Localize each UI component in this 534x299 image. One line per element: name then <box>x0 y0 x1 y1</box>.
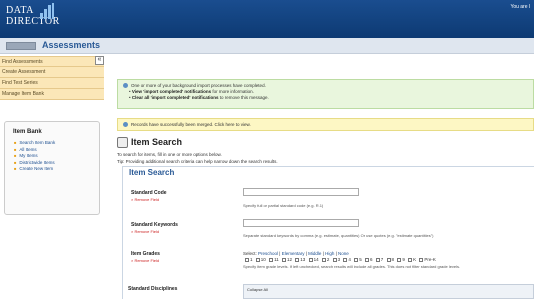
collapse-all-link[interactable]: Collapse All <box>247 287 268 292</box>
sidebar: Find Assessments Create Assessment Find … <box>0 56 104 100</box>
item-grades-label: Item Grades <box>131 251 160 257</box>
grade-checkbox[interactable] <box>375 257 380 262</box>
remove-standard-code[interactable]: × Remove Field <box>131 197 159 202</box>
grade-label: 9 <box>402 257 405 262</box>
grade-label: 10 <box>260 257 266 262</box>
grade-label: 12 <box>287 257 293 262</box>
sidebar-collapse-button[interactable]: « <box>95 56 104 65</box>
grade-label: 7 <box>380 257 384 262</box>
info-icon <box>123 122 128 128</box>
import-notice: One or more of your background import pr… <box>117 79 534 109</box>
grade-checkbox[interactable] <box>245 257 249 262</box>
grade-checkbox[interactable] <box>332 257 337 262</box>
grade-label: 2 <box>326 257 330 262</box>
sidebar-item-find-assessments[interactable]: Find Assessments <box>0 56 104 67</box>
grade-checkbox[interactable] <box>295 257 300 262</box>
search-intro: To search for items, fill in one or more… <box>117 152 222 157</box>
merged-notice[interactable]: Records have successfully been merged. C… <box>117 118 534 131</box>
grade-checkbox[interactable] <box>419 257 424 262</box>
grade-checkbox[interactable] <box>255 257 260 262</box>
standard-code-hint: Specify full or partial standard code (e… <box>243 203 324 208</box>
select-prefix: Select: <box>243 251 257 256</box>
grade-checkbox[interactable] <box>282 257 286 262</box>
grade-label: 11 <box>274 257 279 262</box>
standard-keywords-hint: Separate standard keywords by comma (e.g… <box>243 233 434 238</box>
module-menu-button[interactable] <box>6 42 36 50</box>
grade-checkbox[interactable] <box>354 257 359 262</box>
sidebar-item-find-test-series[interactable]: Find Test Series <box>0 78 104 89</box>
grade-label: 6 <box>369 257 373 262</box>
select-high-link[interactable]: High <box>325 251 334 256</box>
sidebar-item-manage-item-bank[interactable]: Manage Item Bank <box>0 89 104 100</box>
merged-notice-text: Records have successfully been merged. C… <box>131 122 251 127</box>
standard-disciplines-label: Standard Disciplines <box>128 286 178 292</box>
grade-checkbox[interactable] <box>308 257 313 262</box>
item-bank-heading: Item Bank <box>13 129 42 135</box>
sidebar-item-create-assessment[interactable]: Create Assessment <box>0 67 104 78</box>
remove-item-grades[interactable]: × Remove Field <box>131 258 159 263</box>
select-none-link[interactable]: None <box>338 251 349 256</box>
grade-label: 13 <box>300 257 306 262</box>
grade-label: 4 <box>348 257 351 262</box>
select-preschool-link[interactable]: Preschool <box>258 251 278 256</box>
select-elementary-link[interactable]: Elementary <box>282 251 305 256</box>
grade-label: Pre-K <box>424 257 436 262</box>
grade-label: 3 <box>337 257 341 262</box>
grade-checkbox[interactable] <box>364 257 369 262</box>
clear-notifications-link[interactable]: Clear all 'import completed' notificatio… <box>132 95 219 100</box>
standard-keywords-input[interactable] <box>243 219 359 227</box>
user-status: You are l <box>510 4 530 10</box>
grade-label: 1 <box>250 257 253 262</box>
grade-checkbox[interactable] <box>269 257 274 262</box>
standard-disciplines-box: Collapse All <box>243 284 534 299</box>
link-create-new-item[interactable]: Create New Item <box>14 166 94 173</box>
grade-checkbox[interactable] <box>321 257 326 262</box>
grade-label: K <box>413 257 417 262</box>
view-notifications-link[interactable]: View 'import completed' notifications <box>132 89 211 94</box>
notice-line1: One or more of your background import pr… <box>131 83 266 88</box>
remove-standard-keywords[interactable]: × Remove Field <box>131 229 159 234</box>
grade-checkbox[interactable] <box>386 257 391 262</box>
standard-keywords-label: Standard Keywords <box>131 222 178 228</box>
grade-checkbox[interactable] <box>408 257 413 262</box>
grade-select-links: Select: Preschool | Elementary | Middle … <box>243 251 349 256</box>
grade-label: 5 <box>359 257 362 262</box>
standard-code-input[interactable] <box>243 188 359 196</box>
search-tip: Tip: Providing additional search criteri… <box>117 159 278 164</box>
info-icon <box>123 83 128 89</box>
item-grades-hint: Specify item grade levels. If left unche… <box>243 264 461 269</box>
top-header: DATA DIRECTOR You are l <box>0 0 534 38</box>
notice-line2-text: for more information. <box>212 89 254 94</box>
grade-checkbox[interactable] <box>397 257 402 262</box>
magnifier-icon <box>117 137 128 148</box>
grade-checkboxes: 1 10 11 12 13 14 2 3 4 5 6 7 8 9 K Pre-K <box>243 257 436 262</box>
item-search-title: Item Search <box>131 137 183 147</box>
standard-code-label: Standard Code <box>131 190 167 196</box>
select-middle-link[interactable]: Middle <box>308 251 321 256</box>
grade-label: 8 <box>391 257 395 262</box>
page-title: Assessments <box>42 40 101 50</box>
item-bank-panel: Item Bank Search Item Bank All Items My … <box>4 121 100 215</box>
section-titlebar: Assessments <box>0 38 534 54</box>
logo-bars-icon <box>40 3 54 19</box>
notice-line3-text: to remove this message. <box>219 95 269 100</box>
grade-label: 14 <box>313 257 319 262</box>
grade-checkbox[interactable] <box>343 257 348 262</box>
panel-title: Item Search <box>129 168 175 177</box>
